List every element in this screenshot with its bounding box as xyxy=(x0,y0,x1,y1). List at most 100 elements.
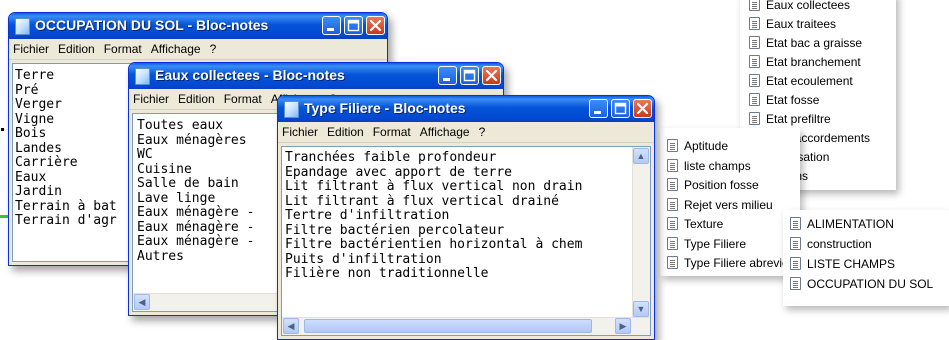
vertical-scrollbar[interactable]: ▲ ▼ xyxy=(632,147,650,318)
maximize-button[interactable] xyxy=(460,66,479,85)
close-button[interactable] xyxy=(633,99,652,118)
window-title: Type Filiere - Bloc-notes xyxy=(304,100,466,116)
text-file-icon xyxy=(667,139,678,152)
notepad-window-filiere: Type Filiere - Bloc-notes Fichier Edition… xyxy=(277,95,655,340)
stray-dot xyxy=(1,128,4,131)
text-line: Bois xyxy=(15,126,47,141)
scroll-thumb[interactable] xyxy=(304,319,592,333)
text-file-icon xyxy=(667,236,678,250)
text-file-icon xyxy=(667,217,678,230)
text-line: Eaux xyxy=(15,169,47,185)
text-line: Carrière xyxy=(15,155,78,170)
menu-help[interactable]: ? xyxy=(479,125,486,139)
scroll-up-button[interactable]: ▲ xyxy=(633,148,649,164)
notepad-icon xyxy=(15,18,30,35)
text-line: Filtre bactérien percolateur xyxy=(285,222,505,238)
maximize-icon xyxy=(347,19,360,32)
menu-format[interactable]: Format xyxy=(104,42,142,56)
text-line: Verger xyxy=(15,97,62,112)
maximize-button[interactable] xyxy=(611,99,630,118)
text-line: Lave linge xyxy=(137,190,216,206)
file-name: Etat fosse xyxy=(766,93,820,107)
text-area[interactable]: Tranchées faible profondeur Epandage ave… xyxy=(281,146,651,336)
text-line: Eaux ménagère - xyxy=(137,219,255,235)
title-bar[interactable]: Type Filiere - Bloc-notes xyxy=(278,96,654,122)
scroll-right-icon: ▶ xyxy=(619,321,627,331)
scroll-left-icon: ◀ xyxy=(138,297,146,307)
scroll-left-icon: ◀ xyxy=(287,321,295,331)
text-line: Lit filtrant à flux vertical non drain xyxy=(285,179,583,194)
menu-affichage[interactable]: Affichage xyxy=(420,125,470,139)
notepad-icon xyxy=(135,68,150,85)
text-line: Eaux ménagères xyxy=(137,132,247,148)
file-name: Aptitude xyxy=(684,139,729,153)
text-file-icon xyxy=(749,17,760,30)
text-line: Terrain à bat xyxy=(15,198,117,214)
menu-fichier[interactable]: Fichier xyxy=(282,125,318,139)
file-name: Etat bac a graisse xyxy=(766,36,863,50)
text-line: Filière non traditionnelle xyxy=(285,266,489,281)
close-button[interactable] xyxy=(482,66,501,85)
menu-bar: Fichier Edition Format Affichage? xyxy=(278,122,654,143)
minimize-icon xyxy=(594,111,601,114)
horizontal-scrollbar[interactable]: ◀ ▶ xyxy=(282,317,650,335)
minimize-icon xyxy=(327,28,334,31)
text-line: Salle de bain xyxy=(137,176,239,191)
text-line: WC xyxy=(137,147,153,162)
file-name: Etat prefiltre xyxy=(766,112,831,126)
menu-fichier[interactable]: Fichier xyxy=(133,92,169,106)
menu-edition[interactable]: Edition xyxy=(178,92,215,106)
text-line: Epandage avec apport de terre xyxy=(285,164,512,180)
text-file-icon xyxy=(790,257,801,270)
scroll-right-button[interactable]: ▶ xyxy=(615,318,631,334)
scroll-left-button[interactable]: ◀ xyxy=(134,294,150,310)
text-line: Terrain d'agr xyxy=(15,213,117,228)
menu-edition[interactable]: Edition xyxy=(327,125,364,139)
minimize-button[interactable] xyxy=(589,99,608,118)
scroll-down-button[interactable]: ▼ xyxy=(633,301,649,317)
menu-format[interactable]: Format xyxy=(373,125,411,139)
file-name: Etat branchement xyxy=(766,55,861,69)
file-name: LISTE CHAMPS xyxy=(807,257,896,271)
text-line: Tertre d'infiltration xyxy=(285,208,450,223)
menu-fichier[interactable]: Fichier xyxy=(13,42,49,56)
menu-affichage[interactable]: Affichage xyxy=(151,42,201,56)
file-name: construction xyxy=(807,237,872,251)
text-file-icon xyxy=(667,158,678,172)
minimize-button[interactable] xyxy=(438,66,457,85)
text-file-icon xyxy=(667,197,678,211)
menu-help[interactable]: ? xyxy=(210,42,217,56)
text-file-icon xyxy=(790,237,801,250)
scroll-up-icon: ▲ xyxy=(636,151,646,161)
text-line: Pré xyxy=(15,82,39,98)
file-name: Texture xyxy=(684,217,724,231)
notepad-icon xyxy=(284,101,299,118)
menu-edition[interactable]: Edition xyxy=(58,42,95,56)
title-bar[interactable]: OCCUPATION DU SOL - Bloc-notes xyxy=(9,13,387,39)
maximize-button[interactable] xyxy=(344,16,363,35)
text-file-icon xyxy=(749,93,760,106)
file-name: Type Filiere abrevie xyxy=(684,256,789,270)
file-name: Etat ecoulement xyxy=(766,74,853,88)
text-line: Filtre bactérientien horizontal à chem xyxy=(285,237,583,252)
text-file-icon xyxy=(749,36,760,49)
text-line: Eaux ménagère - xyxy=(137,234,255,249)
minimize-button[interactable] xyxy=(322,16,341,35)
scroll-down-icon: ▼ xyxy=(636,304,646,314)
text-file-icon xyxy=(667,178,678,191)
menu-bar: Fichier Edition Format Affichage? xyxy=(9,39,387,60)
file-list-panel-bottom: ALIMENTATION construction LISTE CHAMPS OCCU… xyxy=(783,210,949,306)
scroll-left-button[interactable]: ◀ xyxy=(283,318,299,334)
text-line: Autres xyxy=(137,248,184,264)
close-button[interactable] xyxy=(366,16,385,35)
text-line: Terre xyxy=(15,68,55,83)
file-name: Rejet vers milieu xyxy=(684,197,773,212)
text-file-icon xyxy=(790,277,801,290)
text-file-icon xyxy=(749,74,760,87)
text-line: Vigne xyxy=(15,111,55,127)
file-name: ALIMENTATION xyxy=(807,217,894,231)
file-name: Eaux traitees xyxy=(766,17,837,31)
title-bar[interactable]: Eaux collectees - Bloc-notes xyxy=(129,63,503,89)
text-file-icon xyxy=(749,55,760,68)
menu-format[interactable]: Format xyxy=(224,92,262,106)
